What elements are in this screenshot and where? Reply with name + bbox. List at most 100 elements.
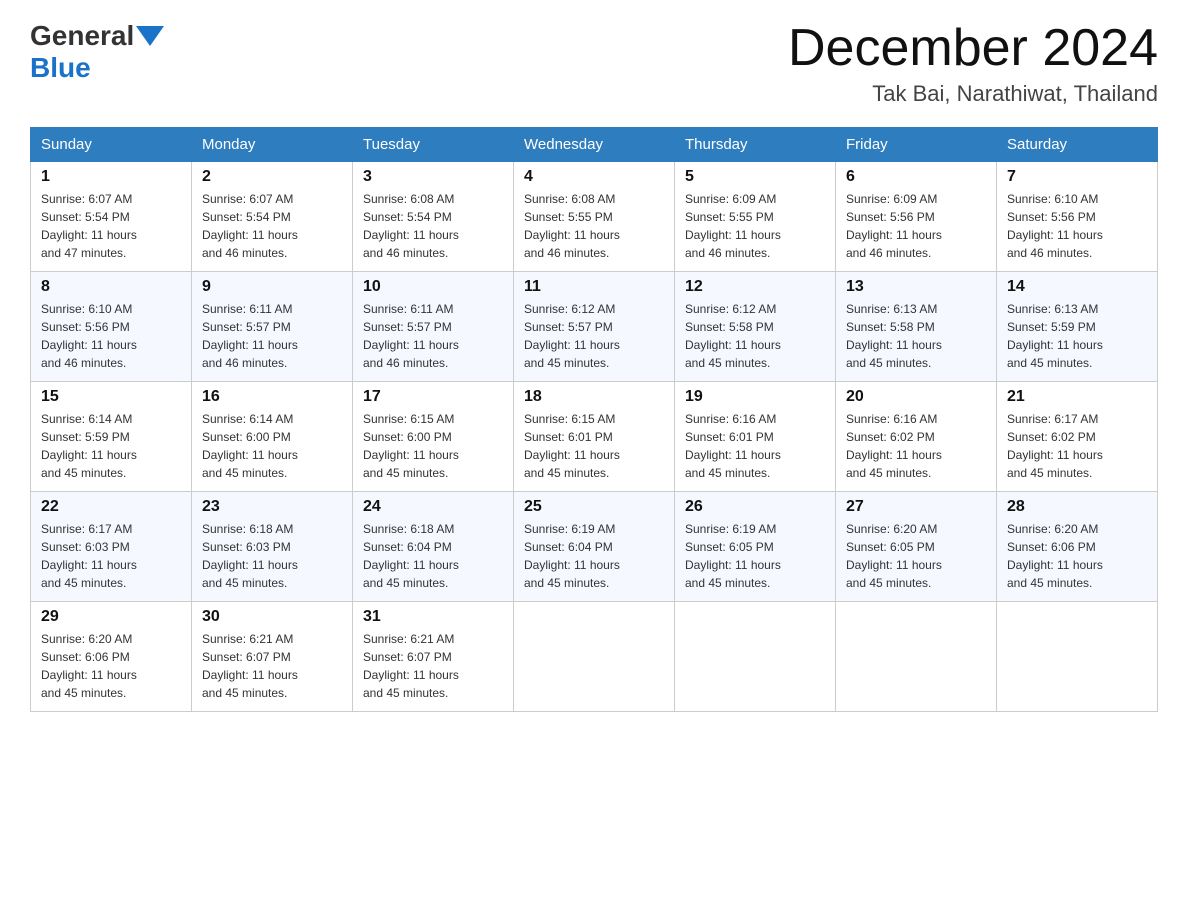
day-info: Sunrise: 6:20 AM Sunset: 6:05 PM Dayligh… xyxy=(846,520,986,592)
month-title: December 2024 xyxy=(788,20,1158,77)
day-info: Sunrise: 6:16 AM Sunset: 6:02 PM Dayligh… xyxy=(846,410,986,482)
calendar-day-cell: 27 Sunrise: 6:20 AM Sunset: 6:05 PM Dayl… xyxy=(836,492,997,602)
calendar-day-cell: 1 Sunrise: 6:07 AM Sunset: 5:54 PM Dayli… xyxy=(31,162,192,272)
calendar-week-row: 29 Sunrise: 6:20 AM Sunset: 6:06 PM Dayl… xyxy=(31,602,1158,712)
day-number: 25 xyxy=(524,498,664,516)
calendar-day-cell: 22 Sunrise: 6:17 AM Sunset: 6:03 PM Dayl… xyxy=(31,492,192,602)
day-number: 7 xyxy=(1007,168,1147,186)
day-info: Sunrise: 6:10 AM Sunset: 5:56 PM Dayligh… xyxy=(1007,190,1147,262)
calendar-week-row: 15 Sunrise: 6:14 AM Sunset: 5:59 PM Dayl… xyxy=(31,382,1158,492)
day-number: 24 xyxy=(363,498,503,516)
calendar-day-cell: 23 Sunrise: 6:18 AM Sunset: 6:03 PM Dayl… xyxy=(192,492,353,602)
calendar-day-cell: 3 Sunrise: 6:08 AM Sunset: 5:54 PM Dayli… xyxy=(353,162,514,272)
calendar-day-cell: 16 Sunrise: 6:14 AM Sunset: 6:00 PM Dayl… xyxy=(192,382,353,492)
calendar-day-cell: 6 Sunrise: 6:09 AM Sunset: 5:56 PM Dayli… xyxy=(836,162,997,272)
calendar-day-cell: 15 Sunrise: 6:14 AM Sunset: 5:59 PM Dayl… xyxy=(31,382,192,492)
day-number: 13 xyxy=(846,278,986,296)
day-number: 10 xyxy=(363,278,503,296)
day-number: 1 xyxy=(41,168,181,186)
day-of-week-header: Thursday xyxy=(675,128,836,162)
calendar-day-cell: 4 Sunrise: 6:08 AM Sunset: 5:55 PM Dayli… xyxy=(514,162,675,272)
day-number: 2 xyxy=(202,168,342,186)
day-number: 3 xyxy=(363,168,503,186)
day-number: 11 xyxy=(524,278,664,296)
day-number: 19 xyxy=(685,388,825,406)
calendar-header-row: SundayMondayTuesdayWednesdayThursdayFrid… xyxy=(31,128,1158,162)
day-info: Sunrise: 6:20 AM Sunset: 6:06 PM Dayligh… xyxy=(41,630,181,702)
calendar-day-cell: 8 Sunrise: 6:10 AM Sunset: 5:56 PM Dayli… xyxy=(31,272,192,382)
day-info: Sunrise: 6:17 AM Sunset: 6:03 PM Dayligh… xyxy=(41,520,181,592)
day-of-week-header: Wednesday xyxy=(514,128,675,162)
day-info: Sunrise: 6:11 AM Sunset: 5:57 PM Dayligh… xyxy=(363,300,503,372)
day-number: 4 xyxy=(524,168,664,186)
calendar-day-cell: 24 Sunrise: 6:18 AM Sunset: 6:04 PM Dayl… xyxy=(353,492,514,602)
calendar-day-cell: 10 Sunrise: 6:11 AM Sunset: 5:57 PM Dayl… xyxy=(353,272,514,382)
day-info: Sunrise: 6:19 AM Sunset: 6:04 PM Dayligh… xyxy=(524,520,664,592)
day-number: 5 xyxy=(685,168,825,186)
day-info: Sunrise: 6:10 AM Sunset: 5:56 PM Dayligh… xyxy=(41,300,181,372)
calendar-day-cell: 18 Sunrise: 6:15 AM Sunset: 6:01 PM Dayl… xyxy=(514,382,675,492)
calendar-week-row: 8 Sunrise: 6:10 AM Sunset: 5:56 PM Dayli… xyxy=(31,272,1158,382)
calendar-day-cell: 21 Sunrise: 6:17 AM Sunset: 6:02 PM Dayl… xyxy=(997,382,1158,492)
calendar-week-row: 1 Sunrise: 6:07 AM Sunset: 5:54 PM Dayli… xyxy=(31,162,1158,272)
day-info: Sunrise: 6:13 AM Sunset: 5:59 PM Dayligh… xyxy=(1007,300,1147,372)
day-info: Sunrise: 6:16 AM Sunset: 6:01 PM Dayligh… xyxy=(685,410,825,482)
logo-triangle-icon xyxy=(136,26,164,46)
day-info: Sunrise: 6:18 AM Sunset: 6:04 PM Dayligh… xyxy=(363,520,503,592)
day-of-week-header: Saturday xyxy=(997,128,1158,162)
calendar-day-cell: 11 Sunrise: 6:12 AM Sunset: 5:57 PM Dayl… xyxy=(514,272,675,382)
day-info: Sunrise: 6:07 AM Sunset: 5:54 PM Dayligh… xyxy=(202,190,342,262)
calendar-day-cell: 14 Sunrise: 6:13 AM Sunset: 5:59 PM Dayl… xyxy=(997,272,1158,382)
day-number: 8 xyxy=(41,278,181,296)
day-info: Sunrise: 6:09 AM Sunset: 5:55 PM Dayligh… xyxy=(685,190,825,262)
calendar-day-cell: 9 Sunrise: 6:11 AM Sunset: 5:57 PM Dayli… xyxy=(192,272,353,382)
day-number: 26 xyxy=(685,498,825,516)
day-info: Sunrise: 6:19 AM Sunset: 6:05 PM Dayligh… xyxy=(685,520,825,592)
day-number: 9 xyxy=(202,278,342,296)
calendar-day-cell: 25 Sunrise: 6:19 AM Sunset: 6:04 PM Dayl… xyxy=(514,492,675,602)
logo: General Blue xyxy=(30,20,166,84)
calendar-day-cell: 7 Sunrise: 6:10 AM Sunset: 5:56 PM Dayli… xyxy=(997,162,1158,272)
day-number: 31 xyxy=(363,608,503,626)
day-info: Sunrise: 6:08 AM Sunset: 5:55 PM Dayligh… xyxy=(524,190,664,262)
day-number: 30 xyxy=(202,608,342,626)
day-number: 16 xyxy=(202,388,342,406)
day-number: 21 xyxy=(1007,388,1147,406)
day-info: Sunrise: 6:11 AM Sunset: 5:57 PM Dayligh… xyxy=(202,300,342,372)
calendar-day-cell: 28 Sunrise: 6:20 AM Sunset: 6:06 PM Dayl… xyxy=(997,492,1158,602)
calendar-day-cell: 20 Sunrise: 6:16 AM Sunset: 6:02 PM Dayl… xyxy=(836,382,997,492)
day-info: Sunrise: 6:21 AM Sunset: 6:07 PM Dayligh… xyxy=(202,630,342,702)
day-number: 29 xyxy=(41,608,181,626)
day-info: Sunrise: 6:09 AM Sunset: 5:56 PM Dayligh… xyxy=(846,190,986,262)
day-number: 27 xyxy=(846,498,986,516)
day-of-week-header: Sunday xyxy=(31,128,192,162)
calendar-day-cell: 5 Sunrise: 6:09 AM Sunset: 5:55 PM Dayli… xyxy=(675,162,836,272)
day-info: Sunrise: 6:20 AM Sunset: 6:06 PM Dayligh… xyxy=(1007,520,1147,592)
calendar-day-cell: 31 Sunrise: 6:21 AM Sunset: 6:07 PM Dayl… xyxy=(353,602,514,712)
location-title: Tak Bai, Narathiwat, Thailand xyxy=(788,81,1158,107)
day-info: Sunrise: 6:14 AM Sunset: 5:59 PM Dayligh… xyxy=(41,410,181,482)
day-info: Sunrise: 6:12 AM Sunset: 5:58 PM Dayligh… xyxy=(685,300,825,372)
day-number: 18 xyxy=(524,388,664,406)
day-of-week-header: Friday xyxy=(836,128,997,162)
day-number: 20 xyxy=(846,388,986,406)
calendar-table: SundayMondayTuesdayWednesdayThursdayFrid… xyxy=(30,127,1158,712)
day-info: Sunrise: 6:07 AM Sunset: 5:54 PM Dayligh… xyxy=(41,190,181,262)
day-info: Sunrise: 6:14 AM Sunset: 6:00 PM Dayligh… xyxy=(202,410,342,482)
calendar-day-cell: 13 Sunrise: 6:13 AM Sunset: 5:58 PM Dayl… xyxy=(836,272,997,382)
calendar-day-cell xyxy=(997,602,1158,712)
calendar-day-cell: 17 Sunrise: 6:15 AM Sunset: 6:00 PM Dayl… xyxy=(353,382,514,492)
calendar-day-cell: 26 Sunrise: 6:19 AM Sunset: 6:05 PM Dayl… xyxy=(675,492,836,602)
day-number: 15 xyxy=(41,388,181,406)
calendar-day-cell: 30 Sunrise: 6:21 AM Sunset: 6:07 PM Dayl… xyxy=(192,602,353,712)
calendar-day-cell xyxy=(514,602,675,712)
calendar-day-cell: 19 Sunrise: 6:16 AM Sunset: 6:01 PM Dayl… xyxy=(675,382,836,492)
day-info: Sunrise: 6:12 AM Sunset: 5:57 PM Dayligh… xyxy=(524,300,664,372)
day-info: Sunrise: 6:15 AM Sunset: 6:01 PM Dayligh… xyxy=(524,410,664,482)
day-number: 12 xyxy=(685,278,825,296)
calendar-day-cell: 29 Sunrise: 6:20 AM Sunset: 6:06 PM Dayl… xyxy=(31,602,192,712)
title-block: December 2024 Tak Bai, Narathiwat, Thail… xyxy=(788,20,1158,107)
day-info: Sunrise: 6:08 AM Sunset: 5:54 PM Dayligh… xyxy=(363,190,503,262)
day-info: Sunrise: 6:13 AM Sunset: 5:58 PM Dayligh… xyxy=(846,300,986,372)
day-info: Sunrise: 6:15 AM Sunset: 6:00 PM Dayligh… xyxy=(363,410,503,482)
